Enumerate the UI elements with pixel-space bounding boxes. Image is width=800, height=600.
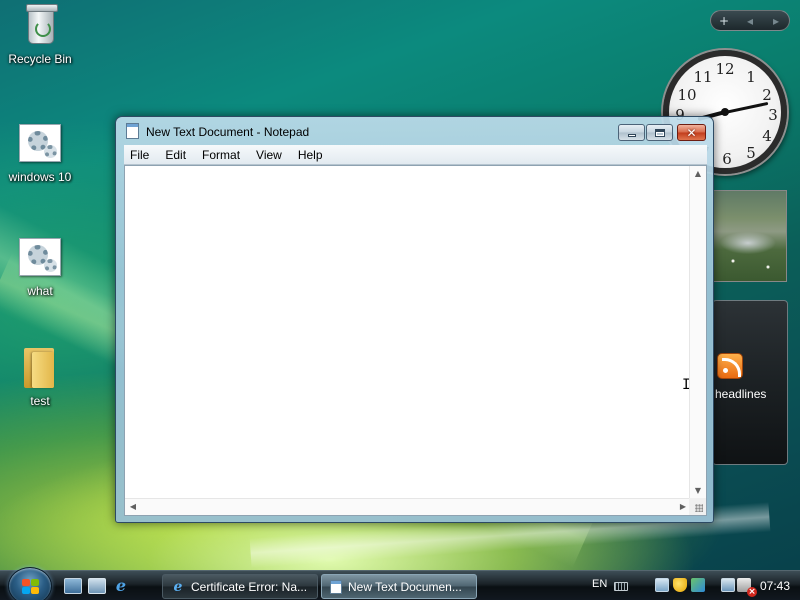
menu-view[interactable]: View	[256, 148, 282, 162]
next-gadget-button[interactable]: ▸	[767, 14, 785, 28]
sidebar-controls: + ◂ ▸	[710, 10, 790, 31]
recycle-bin-icon	[18, 4, 62, 48]
clock-numeral: 12	[715, 60, 735, 78]
clock-numeral: 10	[677, 86, 697, 104]
desktop-icon-label: what	[27, 284, 53, 298]
resize-grip[interactable]	[689, 498, 706, 515]
taskbar-clock[interactable]: 07:43	[760, 579, 790, 593]
clock-center-pin	[721, 108, 729, 116]
internet-explorer-icon[interactable]: e	[112, 578, 130, 594]
feed-title: headlines	[715, 387, 767, 401]
keyboard-icon[interactable]	[614, 582, 628, 591]
slideshow-gadget[interactable]	[712, 190, 787, 282]
notepad-icon	[330, 579, 342, 594]
menu-format[interactable]: Format	[202, 148, 240, 162]
clock-numeral: 4	[762, 127, 772, 145]
window-title: New Text Document - Notepad	[146, 125, 310, 139]
sync-icon[interactable]	[691, 578, 705, 592]
menu-file[interactable]: File	[130, 148, 149, 162]
minimize-button[interactable]	[618, 124, 645, 141]
menu-edit[interactable]: Edit	[165, 148, 186, 162]
clock-numeral: 1	[746, 68, 756, 86]
title-bar[interactable]: New Text Document - Notepad ✕	[116, 117, 713, 145]
desktop-icon-label: Recycle Bin	[8, 52, 72, 66]
minimize-icon	[627, 134, 636, 137]
scroll-up-icon[interactable]: ▲	[690, 166, 706, 182]
desktop-icon-test[interactable]: test	[0, 346, 80, 408]
taskbar-item-label: Certificate Error: Na...	[191, 579, 308, 594]
maximize-icon	[654, 128, 665, 137]
desktop-icon-label: test	[30, 394, 50, 408]
switch-windows-icon[interactable]	[88, 578, 106, 594]
rss-icon	[717, 353, 743, 379]
desktop-icon-what[interactable]: what	[0, 236, 80, 298]
taskbar-item-certificate-error[interactable]: e Certificate Error: Na...	[162, 574, 318, 599]
taskbar-item-label: New Text Documen...	[348, 579, 462, 594]
editor-scroll-chrome: ▲ ▼ ◀ ▶	[124, 165, 707, 516]
close-icon: ✕	[686, 125, 697, 140]
windows-logo-icon	[22, 579, 40, 595]
settings-shortcut-icon	[18, 122, 62, 166]
clock-numeral: 3	[768, 106, 778, 124]
prev-gadget-button[interactable]: ◂	[741, 14, 759, 28]
desktop-icon-label: windows 10	[8, 170, 72, 184]
text-cursor-icon: I	[682, 377, 691, 393]
maximize-button[interactable]	[646, 124, 673, 141]
desktop-icon-windows-10[interactable]: windows 10	[0, 122, 80, 184]
start-button[interactable]	[8, 567, 52, 600]
system-tray	[645, 575, 757, 597]
volume-muted-icon[interactable]	[737, 578, 757, 597]
vertical-scrollbar[interactable]: ▲ ▼	[689, 166, 706, 499]
settings-shortcut-icon	[18, 236, 62, 280]
close-button[interactable]: ✕	[677, 124, 706, 141]
clock-numeral: 11	[693, 68, 713, 86]
show-desktop-icon[interactable]	[64, 578, 82, 594]
menu-help[interactable]: Help	[298, 148, 323, 162]
clock-numeral: 6	[722, 150, 732, 168]
feed-headlines-gadget[interactable]: headlines	[712, 300, 788, 465]
taskbar-item-notepad[interactable]: New Text Documen...	[321, 574, 477, 599]
ie-icon: e	[173, 578, 183, 595]
scroll-left-icon[interactable]: ◀	[125, 499, 141, 515]
network-icon[interactable]	[655, 578, 669, 592]
notepad-icon[interactable]	[126, 123, 139, 139]
horizontal-scrollbar[interactable]: ◀ ▶	[125, 498, 691, 515]
scroll-down-icon[interactable]: ▼	[690, 483, 706, 499]
clock-minute-hand	[724, 101, 769, 114]
language-indicator[interactable]: EN	[592, 578, 607, 590]
folder-icon	[18, 346, 62, 390]
security-shield-icon[interactable]	[673, 578, 687, 592]
clock-numeral: 5	[746, 144, 756, 162]
computer-icon[interactable]	[721, 578, 735, 592]
menu-bar: File Edit Format View Help	[124, 145, 707, 165]
notepad-window[interactable]: New Text Document - Notepad ✕ File Edit …	[115, 116, 714, 523]
desktop-icon-recycle-bin[interactable]: Recycle Bin	[0, 4, 80, 66]
taskbar: e e Certificate Error: Na... New Text Do…	[0, 567, 800, 600]
add-gadget-button[interactable]: +	[715, 14, 733, 28]
